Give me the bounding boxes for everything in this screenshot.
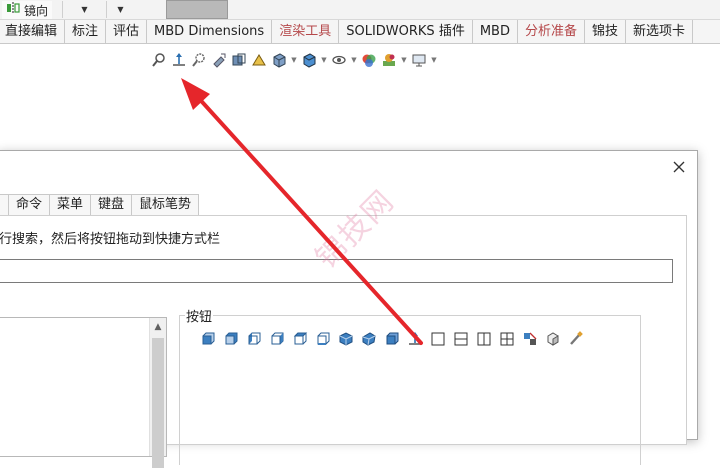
tab-mbd-dimensions[interactable]: MBD Dimensions — [147, 20, 273, 44]
caret-down-icon: ▼ — [81, 5, 88, 14]
previous-view-icon[interactable] — [210, 51, 228, 69]
tab-new[interactable]: 新选项卡 — [626, 20, 694, 44]
tab-commands[interactable]: 命令 — [8, 194, 51, 216]
buttons-palette — [199, 330, 585, 348]
customize-dialog: 命令 菜单 键盘 鼠标笔势 行搜索，然后将按钮拖动到快捷方式栏 ▲ 按钮 — [0, 150, 698, 468]
link-views-icon[interactable] — [521, 330, 539, 348]
single-view-icon[interactable] — [429, 330, 447, 348]
tab-keyboard[interactable]: 键盘 — [90, 194, 133, 216]
tab-mbd[interactable]: MBD — [473, 20, 518, 44]
buttons-group-label: 按钮 — [185, 306, 214, 325]
close-button[interactable] — [671, 159, 687, 175]
bottom-view-icon[interactable] — [314, 330, 332, 348]
zoom-to-fit-icon[interactable] — [150, 51, 168, 69]
normal-to-icon[interactable] — [170, 51, 188, 69]
scroll-thumb[interactable] — [152, 338, 164, 468]
toolbar-gray-block — [166, 0, 228, 19]
four-view-icon[interactable] — [498, 330, 516, 348]
top-view-icon[interactable] — [291, 330, 309, 348]
tab-analysis-prep[interactable]: 分析准备 — [518, 20, 585, 44]
tab-menus[interactable]: 菜单 — [49, 194, 92, 216]
front-view-icon[interactable] — [199, 330, 217, 348]
dialog-tab-strip: 命令 菜单 键盘 鼠标笔势 — [0, 194, 200, 216]
caret-down-icon[interactable]: ▼ — [290, 56, 298, 64]
dropdown-1[interactable]: ▼ — [62, 1, 106, 18]
scroll-up-arrow-icon[interactable]: ▲ — [150, 318, 166, 335]
view-toolbar: ▼ ▼ ▼ ▼ ▼ — [150, 50, 438, 70]
instruction-text: 行搜索，然后将按钮拖动到快捷方式栏 — [0, 232, 221, 247]
tab-annotation[interactable]: 标注 — [65, 20, 107, 44]
tab-jinji[interactable]: 锦技 — [585, 20, 627, 44]
tab-solidworks-addins[interactable]: SOLIDWORKS 插件 — [339, 20, 473, 44]
mirror-label: 镜向 — [24, 3, 49, 18]
top-toolbar-strip: 镜向 ▼ ▼ — [0, 0, 720, 20]
close-icon — [673, 161, 685, 173]
caret-down-icon[interactable]: ▼ — [400, 56, 408, 64]
arrow-head-icon — [181, 78, 210, 110]
display-style-icon[interactable] — [300, 51, 318, 69]
isometric-view-icon[interactable] — [337, 330, 355, 348]
section-view-icon[interactable] — [230, 51, 248, 69]
back-view-icon[interactable] — [222, 330, 240, 348]
edit-appearance-icon[interactable] — [360, 51, 378, 69]
zoom-area-icon[interactable] — [190, 51, 208, 69]
edit-appearance-brush-icon[interactable] — [567, 330, 585, 348]
ribbon-tab-bar: 直接编辑 标注 评估 MBD Dimensions 渲染工具 SOLIDWORK… — [0, 20, 720, 44]
display-pane-icon[interactable] — [544, 330, 562, 348]
right-view-icon[interactable] — [268, 330, 286, 348]
caret-down-icon[interactable]: ▼ — [430, 56, 438, 64]
normal-to-icon[interactable] — [406, 330, 424, 348]
caret-down-icon[interactable]: ▼ — [350, 56, 358, 64]
left-view-icon[interactable] — [245, 330, 263, 348]
two-view-horizontal-icon[interactable] — [452, 330, 470, 348]
apply-scene-icon[interactable] — [380, 51, 398, 69]
caret-down-icon[interactable]: ▼ — [320, 56, 328, 64]
view-settings-icon[interactable] — [410, 51, 428, 69]
tab-mouse-gestures[interactable]: 鼠标笔势 — [131, 194, 200, 216]
trimetric-view-icon[interactable] — [360, 330, 378, 348]
hide-show-items-icon[interactable] — [330, 51, 348, 69]
dynamic-annotation-icon[interactable] — [250, 51, 268, 69]
caret-down-icon: ▼ — [117, 5, 124, 14]
vertical-scrollbar[interactable]: ▲ — [149, 318, 166, 468]
dimetric-view-icon[interactable] — [383, 330, 401, 348]
dropdown-2[interactable]: ▼ — [106, 1, 134, 18]
view-orientation-icon[interactable] — [270, 51, 288, 69]
tab-direct-edit[interactable]: 直接编辑 — [0, 20, 66, 44]
tab-evaluate[interactable]: 评估 — [106, 20, 148, 44]
toolbar-list[interactable]: ▲ — [0, 317, 167, 468]
tab-render-tools[interactable]: 渲染工具 — [272, 20, 340, 44]
two-view-vertical-icon[interactable] — [475, 330, 493, 348]
mirror-icon — [6, 1, 20, 19]
mirror-button[interactable]: 镜向 — [2, 1, 53, 19]
